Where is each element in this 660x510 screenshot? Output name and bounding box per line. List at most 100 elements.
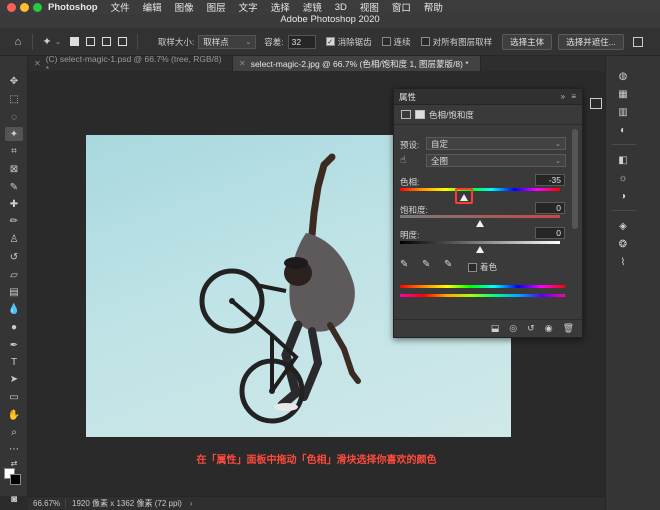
- gradient-tool-icon[interactable]: ▤: [5, 285, 23, 299]
- menu-view[interactable]: 视图: [360, 0, 379, 14]
- select-subject-button[interactable]: 选择主体: [502, 33, 553, 50]
- libraries-icon[interactable]: ◧: [616, 154, 630, 166]
- adjustment-icon[interactable]: [401, 110, 411, 119]
- magic-wand-icon[interactable]: ✦: [39, 34, 55, 50]
- frame-tool-icon[interactable]: ⊠: [5, 162, 23, 176]
- layers-icon[interactable]: ◈: [616, 220, 630, 232]
- chevron-right-icon[interactable]: ›: [190, 499, 193, 508]
- eyedropper-plus-icon[interactable]: ✎: [422, 259, 430, 270]
- dodge-tool-icon[interactable]: ●: [5, 320, 23, 334]
- close-icon[interactable]: ✕: [239, 59, 246, 68]
- menu-3d[interactable]: 3D: [335, 2, 347, 13]
- lightness-slider-thumb[interactable]: [476, 246, 484, 253]
- targeted-adjustment-icon[interactable]: ☝: [400, 155, 406, 166]
- zoom-level[interactable]: 66.67%: [28, 499, 66, 508]
- menu-filter[interactable]: 滤镜: [303, 0, 322, 14]
- window-close-button[interactable]: [7, 3, 16, 12]
- trash-icon[interactable]: 🗑: [563, 323, 574, 334]
- channel-select[interactable]: 全图 ⌄: [426, 154, 566, 167]
- menu-help[interactable]: 帮助: [424, 0, 443, 14]
- select-and-mask-button[interactable]: 选择并遮住...: [558, 33, 624, 50]
- window-minimize-button[interactable]: [20, 3, 29, 12]
- tab-select-magic-1[interactable]: ✕ (C) select-magic-1.psd @ 66.7% (tree, …: [28, 54, 233, 74]
- paths-icon[interactable]: ⌇: [616, 256, 630, 268]
- close-icon[interactable]: ✕: [34, 59, 41, 68]
- adjustments-icon[interactable]: ☼: [616, 172, 630, 184]
- menu-app[interactable]: Photoshop: [48, 2, 98, 13]
- menu-layer[interactable]: 图层: [207, 0, 226, 14]
- saturation-slider-thumb[interactable]: [476, 220, 484, 227]
- eraser-tool-icon[interactable]: ▱: [5, 268, 23, 282]
- menu-file[interactable]: 文件: [111, 0, 130, 14]
- history-brush-icon[interactable]: ↺: [5, 250, 23, 264]
- more-tools-icon[interactable]: ⋯: [5, 442, 23, 456]
- move-tool-icon[interactable]: ✥: [5, 74, 23, 88]
- view-previous-icon[interactable]: ◎: [509, 323, 517, 334]
- contiguous-checkbox[interactable]: 连续: [381, 36, 411, 48]
- tolerance-input[interactable]: 32: [287, 34, 316, 49]
- channels-icon[interactable]: ❂: [616, 238, 630, 250]
- lightness-value-input[interactable]: 0: [535, 227, 565, 239]
- sample-size-select[interactable]: 取样点 ⌄: [198, 34, 257, 49]
- menu-edit[interactable]: 编辑: [143, 0, 162, 14]
- hue-track[interactable]: [400, 188, 560, 191]
- hue-value-input[interactable]: -35: [535, 174, 565, 186]
- home-icon[interactable]: ⌂: [10, 34, 26, 50]
- menu-select[interactable]: 选择: [271, 0, 290, 14]
- rectangle-tool-icon[interactable]: ▭: [5, 390, 23, 404]
- lightness-track[interactable]: [400, 241, 560, 244]
- magic-wand-tool-icon[interactable]: ✦: [5, 127, 23, 141]
- crop-tool-icon[interactable]: ⌗: [5, 144, 23, 158]
- panel-toggle-icon[interactable]: [630, 34, 646, 50]
- color-icon[interactable]: ◍: [616, 70, 630, 82]
- tab-select-magic-2[interactable]: ✕ select-magic-2.jpg @ 66.7% (色相/饱和度 1, …: [233, 56, 481, 71]
- properties-icon[interactable]: [590, 98, 602, 109]
- blur-tool-icon[interactable]: 💧: [5, 302, 23, 316]
- divider: [612, 144, 636, 145]
- preset-select[interactable]: 自定 ⌄: [426, 137, 566, 150]
- anti-alias-checkbox[interactable]: ✓ 消除锯齿: [325, 36, 372, 48]
- add-selection-icon[interactable]: [83, 34, 99, 50]
- all-layers-label: 对所有图层取样: [432, 36, 493, 47]
- patterns-icon[interactable]: ◐: [616, 124, 630, 136]
- background-color-swatch[interactable]: [10, 474, 21, 485]
- panel-scrollbar[interactable]: [572, 129, 578, 229]
- subtract-selection-icon[interactable]: [99, 34, 115, 50]
- menu-window[interactable]: 窗口: [392, 0, 411, 14]
- new-selection-icon[interactable]: [67, 34, 83, 50]
- visibility-eye-icon[interactable]: ◉: [545, 323, 553, 334]
- intersect-selection-icon[interactable]: [115, 34, 131, 50]
- brush-tool-icon[interactable]: ✏: [5, 214, 23, 228]
- document-info[interactable]: 1920 像素 x 1362 像素 (72 ppi): [66, 498, 182, 509]
- clip-to-layer-icon[interactable]: ⬓: [491, 323, 500, 334]
- window-maximize-button[interactable]: [33, 3, 42, 12]
- tools-panel: ✥ ⬚ ◌ ✦ ⌗ ⊠ ✎ ✚ ✏ ♙ ↺ ▱ ▤ 💧 ● ✒ T ➤ ▭ ✋ …: [0, 56, 28, 505]
- path-selection-icon[interactable]: ➤: [5, 372, 23, 386]
- eyedropper-minus-icon[interactable]: ✎: [444, 259, 452, 270]
- swatches-icon[interactable]: ▦: [616, 88, 630, 100]
- channel-value: 全图: [431, 155, 449, 166]
- mask-icon[interactable]: [415, 110, 425, 119]
- marquee-tool-icon[interactable]: ⬚: [5, 92, 23, 106]
- lasso-tool-icon[interactable]: ◌: [5, 110, 23, 124]
- clone-stamp-icon[interactable]: ♙: [5, 232, 23, 246]
- hand-tool-icon[interactable]: ✋: [5, 408, 23, 422]
- pen-tool-icon[interactable]: ✒: [5, 338, 23, 352]
- menu-image[interactable]: 图像: [175, 0, 194, 14]
- panel-menu-icon[interactable]: » ≡: [561, 92, 578, 101]
- healing-brush-icon[interactable]: ✚: [5, 197, 23, 211]
- colorize-checkbox[interactable]: 着色: [468, 261, 497, 273]
- styles-icon[interactable]: ◑: [616, 190, 630, 202]
- eyedropper-tool-icon[interactable]: ✎: [5, 180, 23, 194]
- quick-mask-icon[interactable]: ◙: [5, 492, 23, 506]
- reset-icon[interactable]: ↺: [527, 323, 535, 334]
- menu-type[interactable]: 文字: [239, 0, 258, 14]
- all-layers-checkbox[interactable]: 对所有图层取样: [420, 36, 493, 48]
- zoom-tool-icon[interactable]: ⌕: [5, 425, 23, 439]
- type-tool-icon[interactable]: T: [5, 355, 23, 369]
- gradients-icon[interactable]: ▥: [616, 106, 630, 118]
- eyedropper-icon[interactable]: ✎: [400, 259, 408, 270]
- chevron-down-icon[interactable]: ⌄: [55, 38, 61, 46]
- saturation-track[interactable]: [400, 215, 560, 218]
- saturation-value-input[interactable]: 0: [535, 202, 565, 214]
